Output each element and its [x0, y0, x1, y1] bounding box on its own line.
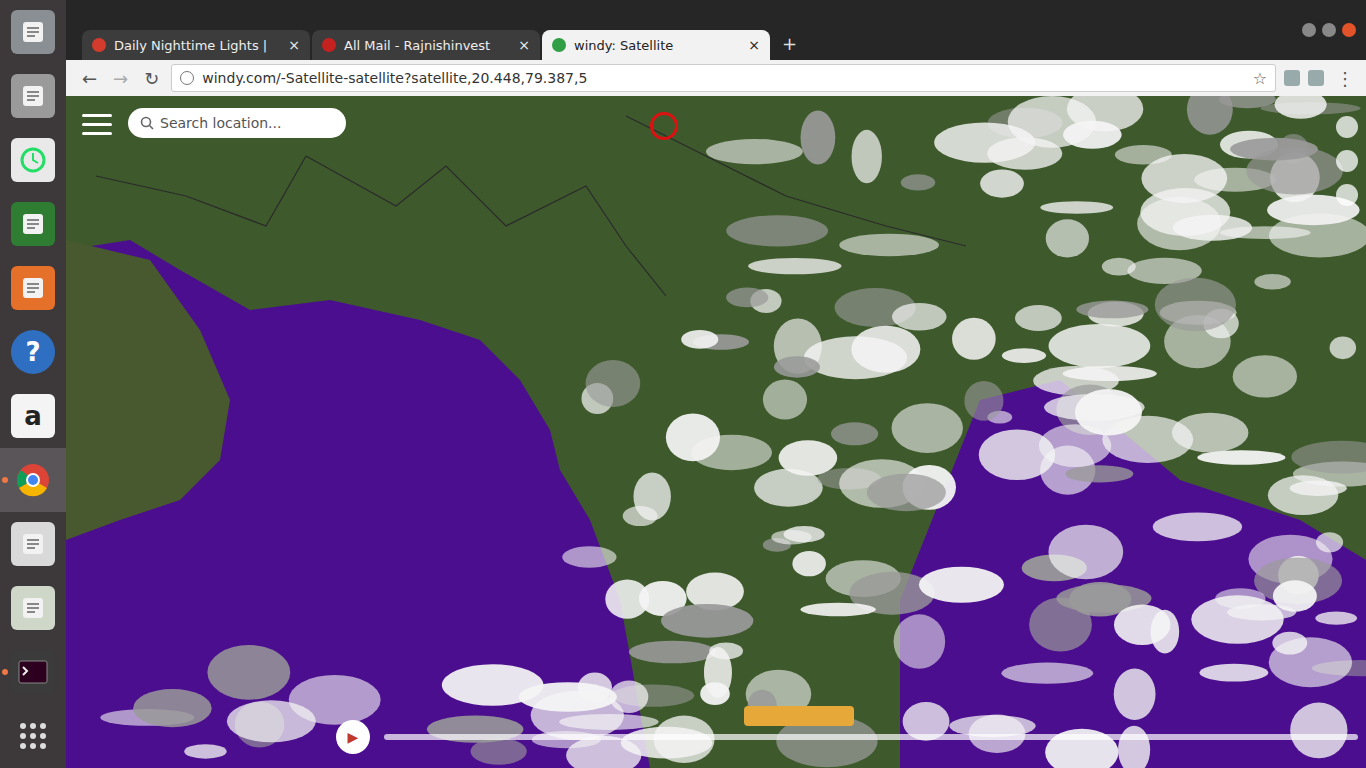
- launcher-item[interactable]: ?: [0, 320, 66, 384]
- tab[interactable]: Daily Nighttime Lights |×: [82, 30, 310, 60]
- address-bar[interactable]: windy.com/-Satellite-satellite?satellite…: [171, 64, 1276, 92]
- new-tab-button[interactable]: +: [772, 33, 807, 60]
- info-icon: [180, 71, 194, 85]
- layer-icon[interactable]: [1336, 150, 1358, 172]
- browser-icon: [11, 458, 55, 502]
- drive-icon: [11, 10, 55, 54]
- desktop: ?aDaily Nighttime Lights |×All Mail - Ra…: [0, 0, 1366, 768]
- reload-button[interactable]: ↻: [140, 68, 163, 89]
- tab-close-button[interactable]: ×: [518, 37, 530, 53]
- launcher-item[interactable]: [0, 0, 66, 64]
- launcher-item[interactable]: [0, 64, 66, 128]
- launcher-item[interactable]: [0, 192, 66, 256]
- layer-icon[interactable]: [1336, 116, 1358, 138]
- window-controls: [1302, 23, 1366, 37]
- viewer-icon: [11, 586, 55, 630]
- launcher-item[interactable]: [0, 256, 66, 320]
- search-field[interactable]: Search location...: [128, 108, 346, 138]
- terminal-icon: [11, 650, 55, 694]
- map-tools: [1336, 116, 1358, 206]
- timeline: ▶: [336, 720, 1358, 754]
- tab-close-button[interactable]: ×: [748, 37, 760, 53]
- minimize-icon[interactable]: [1302, 23, 1316, 37]
- extension-icon[interactable]: [1308, 70, 1324, 86]
- launcher-item[interactable]: a: [0, 384, 66, 448]
- clock-icon: [11, 138, 55, 182]
- help-icon: ?: [11, 330, 55, 374]
- favicon-icon: [92, 38, 106, 52]
- launcher-item[interactable]: [0, 512, 66, 576]
- time-marker[interactable]: [744, 706, 854, 726]
- tab[interactable]: windy: Satellite×: [542, 30, 770, 60]
- launcher-item[interactable]: [0, 576, 66, 640]
- apps-icon: [11, 714, 55, 758]
- timeline-track[interactable]: [384, 734, 1358, 740]
- disk-icon: [11, 74, 55, 118]
- toolbar: ← → ↻ windy.com/-Satellite-satellite?satell…: [66, 60, 1366, 96]
- tab-strip: Daily Nighttime Lights |×All Mail - Rajn…: [66, 0, 1366, 60]
- satellite-map[interactable]: [66, 96, 1366, 768]
- launcher: ?a: [0, 0, 66, 768]
- map-view[interactable]: Search location... ▶: [66, 96, 1366, 768]
- running-dot: [2, 477, 8, 483]
- bookmark-button[interactable]: ☆: [1253, 69, 1267, 88]
- favicon-icon: [552, 38, 566, 52]
- play-button[interactable]: ▶: [336, 720, 370, 754]
- running-dot: [2, 669, 8, 675]
- launcher-item[interactable]: [0, 128, 66, 192]
- document-icon: [11, 202, 55, 246]
- location-icon[interactable]: [650, 112, 678, 140]
- editor-icon: [11, 522, 55, 566]
- launcher-item[interactable]: [0, 448, 66, 512]
- extension-icon[interactable]: [1284, 70, 1300, 86]
- browser-window: Daily Nighttime Lights |×All Mail - Rajn…: [66, 0, 1366, 768]
- maximize-icon[interactable]: [1322, 23, 1336, 37]
- forward-button[interactable]: →: [109, 68, 132, 89]
- close-icon[interactable]: [1342, 23, 1356, 37]
- search-icon: [140, 116, 154, 130]
- tab[interactable]: All Mail - Rajnishinvest×: [312, 30, 540, 60]
- back-button[interactable]: ←: [78, 68, 101, 89]
- menu-button[interactable]: ⋮: [1332, 68, 1358, 89]
- store-icon: a: [11, 394, 55, 438]
- layer-icon[interactable]: [1336, 184, 1358, 206]
- launcher-item[interactable]: [0, 704, 66, 768]
- menu-icon[interactable]: [82, 114, 112, 135]
- tab-close-button[interactable]: ×: [288, 37, 300, 53]
- favicon-icon: [322, 38, 336, 52]
- archive-icon: [11, 266, 55, 310]
- launcher-item[interactable]: [0, 640, 66, 704]
